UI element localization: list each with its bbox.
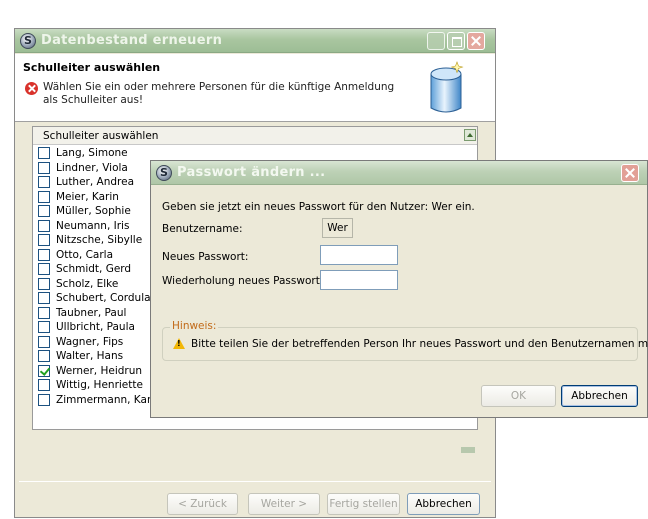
dialog-intro-text: Geben sie jetzt ein neues Passwort für d… <box>162 201 475 213</box>
wizard-message: Wählen Sie ein oder mehrere Personen für… <box>43 81 395 106</box>
collapse-icon[interactable] <box>464 129 476 141</box>
dialog-titlebar[interactable]: Passwort ändern ... <box>151 161 647 185</box>
list-header-label: Schulleiter auswählen <box>43 130 159 142</box>
username-label: Benutzername: <box>162 223 243 235</box>
maximize-button[interactable] <box>447 32 465 50</box>
person-checkbox[interactable] <box>38 306 50 319</box>
person-name: Lindner, Viola <box>56 161 128 174</box>
back-button[interactable]: < Zurück <box>167 493 238 515</box>
app-logo-icon <box>20 33 36 49</box>
person-name: Meier, Karin <box>56 190 119 203</box>
person-name: Scholz, Elke <box>56 277 119 290</box>
wizard-header: Schulleiter auswählen Wählen Sie ein ode… <box>15 54 495 122</box>
list-scroll-edge <box>461 447 475 453</box>
wizard-title: Datenbestand erneuern <box>41 33 223 48</box>
warning-icon <box>173 338 185 349</box>
person-checkbox[interactable] <box>38 147 50 159</box>
person-checkbox[interactable] <box>38 350 50 362</box>
person-name: Ullbricht, Paula <box>56 321 135 333</box>
finish-button[interactable]: Fertig stellen <box>327 493 400 515</box>
database-icon <box>430 61 464 113</box>
dialog-cancel-button[interactable]: Abbrechen <box>561 385 638 407</box>
new-password-input[interactable] <box>320 245 398 265</box>
new-password-label: Neues Passwort: <box>162 251 249 263</box>
person-checkbox[interactable] <box>38 176 50 188</box>
person-name: Schubert, Cordula <box>56 292 151 304</box>
person-checkbox[interactable] <box>38 205 50 217</box>
person-name: Taubner, Paul <box>56 306 127 319</box>
person-checkbox[interactable] <box>38 263 50 275</box>
person-checkbox[interactable] <box>38 277 50 290</box>
person-checkbox[interactable] <box>38 393 50 406</box>
hint-text: Bitte teilen Sie der betreffenden Person… <box>191 338 648 350</box>
username-value: Wer <box>322 218 353 238</box>
password-dialog: Passwort ändern ... Geben sie jetzt ein … <box>150 160 648 418</box>
person-checkbox[interactable] <box>38 321 50 333</box>
repeat-password-input[interactable] <box>320 270 398 290</box>
person-name: Otto, Carla <box>56 248 114 261</box>
list-header[interactable]: Schulleiter auswählen <box>33 127 477 145</box>
dialog-title: Passwort ändern ... <box>177 165 326 180</box>
person-checkbox[interactable] <box>38 364 50 377</box>
next-button[interactable]: Weiter > <box>248 493 320 515</box>
person-name: Lang, Simone <box>56 147 128 159</box>
person-checkbox[interactable] <box>38 161 50 174</box>
app-logo-icon <box>156 165 172 181</box>
person-name: Neumann, Iris <box>56 219 130 232</box>
page-title: Schulleiter auswählen <box>23 61 161 74</box>
error-icon <box>25 82 38 95</box>
person-name: Walter, Hans <box>56 350 124 362</box>
person-checkbox[interactable] <box>38 292 50 304</box>
repeat-password-label: Wiederholung neues Passwort: <box>162 275 324 287</box>
hint-title: Hinweis: <box>170 320 219 332</box>
list-item[interactable]: Lang, Simone <box>38 146 238 160</box>
person-checkbox[interactable] <box>38 190 50 203</box>
close-icon[interactable] <box>621 164 639 182</box>
person-name: Nitzsche, Sibylle <box>56 234 143 246</box>
person-checkbox[interactable] <box>38 248 50 261</box>
wizard-cancel-button[interactable]: Abbrechen <box>407 493 480 515</box>
person-checkbox[interactable] <box>38 234 50 246</box>
close-button[interactable] <box>467 32 485 50</box>
ok-button[interactable]: OK <box>481 385 556 407</box>
minimize-button[interactable] <box>427 32 445 50</box>
person-name: Schmidt, Gerd <box>56 263 132 275</box>
wizard-titlebar[interactable]: Datenbestand erneuern <box>15 29 495 53</box>
divider <box>19 481 491 482</box>
person-checkbox[interactable] <box>38 379 50 391</box>
person-name: Wittig, Henriette <box>56 379 143 391</box>
person-checkbox[interactable] <box>38 219 50 232</box>
person-name: Luther, Andrea <box>56 176 135 188</box>
person-name: Wagner, Fips <box>56 335 124 348</box>
person-checkbox[interactable] <box>38 335 50 348</box>
person-name: Müller, Sophie <box>56 205 131 217</box>
person-name: Werner, Heidrun <box>56 364 143 377</box>
